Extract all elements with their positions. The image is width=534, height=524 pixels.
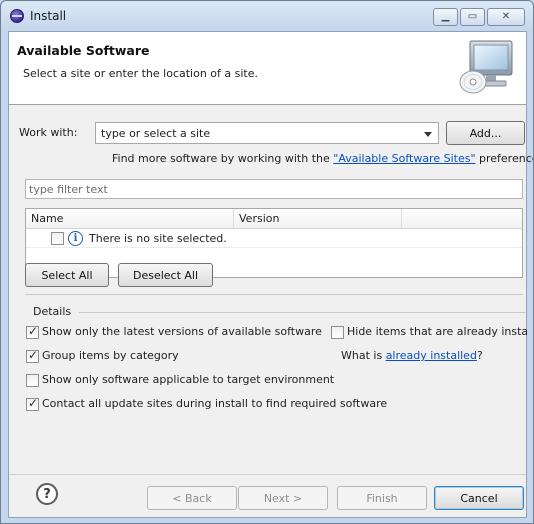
what-is-suffix: ? xyxy=(476,349,483,362)
latest-versions-label[interactable]: Show only the latest versions of availab… xyxy=(42,325,322,338)
filter-placeholder: type filter text xyxy=(29,183,108,196)
wizard-header: Available Software Select a site or ente… xyxy=(9,32,526,105)
latest-versions-checkbox[interactable] xyxy=(26,324,39,339)
back-button[interactable]: < Back xyxy=(147,486,237,510)
install-dialog: Install ▁ ▭ ✕ Available Software Select … xyxy=(0,0,534,524)
chevron-down-icon[interactable] xyxy=(424,132,432,137)
add-button[interactable]: Add... xyxy=(446,121,525,145)
next-button[interactable]: Next > xyxy=(238,486,328,510)
work-with-combo[interactable]: type or select a site xyxy=(95,122,439,144)
page-subtitle: Select a site or enter the location of a… xyxy=(23,67,259,80)
row-checkbox[interactable] xyxy=(51,232,64,245)
find-more-suffix: preferences. xyxy=(479,152,533,165)
window-controls: ▁ ▭ ✕ xyxy=(433,8,525,26)
filter-input[interactable]: type filter text xyxy=(25,179,523,199)
available-software-sites-link[interactable]: "Available Software Sites" xyxy=(333,152,475,165)
find-more-text: Find more software by working with the "… xyxy=(112,152,533,165)
column-separator[interactable] xyxy=(401,209,402,229)
details-group-border xyxy=(79,312,525,313)
details-label: Details xyxy=(33,305,72,318)
contact-update-sites-checkbox[interactable] xyxy=(26,396,39,411)
hide-installed-label[interactable]: Hide items that are already installed xyxy=(347,325,527,338)
target-environment-checkbox[interactable] xyxy=(26,374,39,387)
maximize-icon[interactable]: ▭ xyxy=(460,8,485,26)
deselect-all-button[interactable]: Deselect All xyxy=(118,263,213,287)
table-header: Name Version xyxy=(26,209,522,229)
divider xyxy=(25,294,523,295)
window-title: Install xyxy=(30,9,67,23)
group-by-category-checkbox[interactable] xyxy=(26,348,39,363)
monitor-cd-icon xyxy=(459,40,513,94)
contact-update-sites-label[interactable]: Contact all update sites during install … xyxy=(42,397,387,410)
column-name[interactable]: Name xyxy=(31,212,63,225)
already-installed-link[interactable]: already installed xyxy=(386,349,477,362)
select-all-button[interactable]: Select All xyxy=(25,263,109,287)
column-separator[interactable] xyxy=(233,209,234,229)
dialog-body: Available Software Select a site or ente… xyxy=(8,31,533,518)
work-with-value: type or select a site xyxy=(101,127,211,140)
close-icon[interactable]: ✕ xyxy=(487,8,525,26)
help-icon[interactable]: ? xyxy=(36,483,58,505)
title-bar[interactable]: Install ▁ ▭ ✕ xyxy=(1,1,533,31)
what-is-prefix: What is xyxy=(341,349,386,362)
column-version[interactable]: Version xyxy=(239,212,279,225)
eclipse-icon xyxy=(10,9,24,23)
info-icon: i xyxy=(68,231,83,246)
page-title: Available Software xyxy=(17,43,150,58)
minimize-icon[interactable]: ▁ xyxy=(433,8,458,26)
cancel-button[interactable]: Cancel xyxy=(434,486,524,510)
group-by-category-label[interactable]: Group items by category xyxy=(42,349,179,362)
finish-button[interactable]: Finish xyxy=(337,486,427,510)
hide-installed-checkbox[interactable] xyxy=(331,326,344,339)
row-text: There is no site selected. xyxy=(89,232,227,245)
work-with-label: Work with: xyxy=(19,126,78,139)
table-row[interactable]: i There is no site selected. xyxy=(26,230,522,248)
target-environment-label[interactable]: Show only software applicable to target … xyxy=(42,373,334,386)
footer-divider xyxy=(9,474,526,475)
what-is-installed-text: What is already installed? xyxy=(341,349,483,362)
find-more-prefix: Find more software by working with the xyxy=(112,152,334,165)
